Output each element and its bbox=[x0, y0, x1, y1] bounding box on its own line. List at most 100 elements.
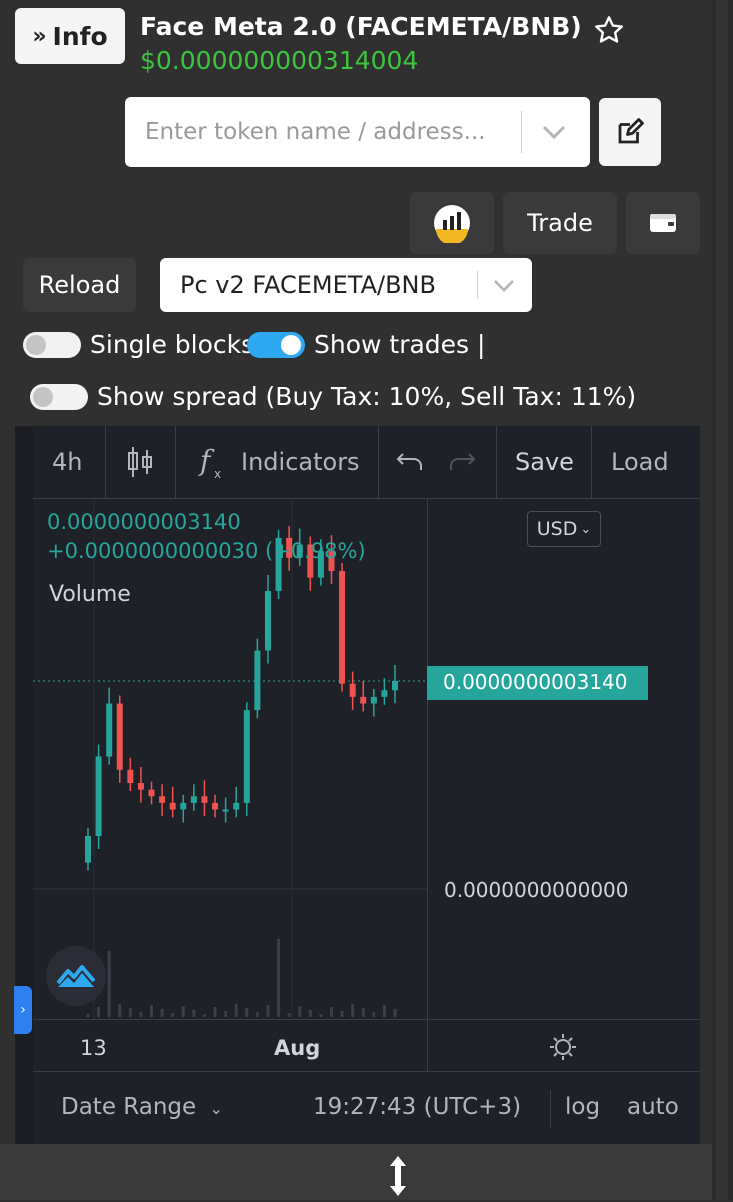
candle-body bbox=[95, 756, 102, 837]
candle-body bbox=[190, 796, 197, 803]
currency-label: USD bbox=[536, 518, 578, 540]
expand-panel-tab[interactable]: › bbox=[14, 986, 32, 1034]
volume-label: Volume bbox=[49, 582, 131, 607]
volume-bar bbox=[329, 1007, 333, 1017]
volume-bar bbox=[308, 1010, 312, 1017]
log-button[interactable]: log bbox=[565, 1094, 600, 1120]
chevron-down-icon[interactable] bbox=[537, 117, 571, 151]
token-search-input[interactable] bbox=[143, 111, 527, 153]
vertical-resize-icon bbox=[386, 1154, 410, 1202]
candle-body bbox=[85, 836, 91, 863]
search-separator bbox=[521, 111, 522, 153]
volume-bar bbox=[118, 1004, 122, 1017]
trade-button[interactable]: Trade bbox=[503, 192, 617, 254]
candle-body bbox=[212, 802, 219, 810]
undo-icon[interactable] bbox=[395, 448, 425, 480]
show-spread-toggle[interactable] bbox=[30, 384, 88, 410]
volume-bar bbox=[255, 1012, 259, 1017]
volume-bar bbox=[107, 951, 111, 1017]
candle-body bbox=[392, 681, 398, 691]
date-range-label: Date Range bbox=[61, 1094, 197, 1120]
resize-bar[interactable] bbox=[0, 1144, 712, 1200]
redo-icon[interactable] bbox=[447, 448, 477, 480]
volume-bar bbox=[160, 1009, 164, 1017]
candle-body bbox=[180, 802, 187, 810]
volume-bar bbox=[372, 1012, 376, 1017]
plot-pane[interactable] bbox=[33, 499, 427, 1019]
volume-bar bbox=[224, 1011, 228, 1017]
volume-bar bbox=[213, 1007, 217, 1017]
volume-bar bbox=[351, 1004, 355, 1017]
volume-bar bbox=[393, 1009, 397, 1017]
currency-button[interactable]: USD ⌄ bbox=[527, 511, 601, 547]
candle-body bbox=[233, 802, 240, 810]
chart-logo-icon bbox=[434, 205, 470, 243]
single-blocks-label: Single blocks bbox=[90, 330, 255, 359]
chart-left-gutter bbox=[15, 426, 33, 1144]
volume-bar bbox=[139, 1012, 143, 1017]
clock-label: 19:27:43 (UTC+3) bbox=[313, 1094, 522, 1120]
chart-logo-button[interactable] bbox=[410, 192, 494, 254]
chevron-down-icon[interactable] bbox=[490, 273, 518, 301]
volume-bar bbox=[234, 1004, 238, 1017]
interval-button[interactable]: 4h bbox=[52, 448, 82, 476]
reload-button[interactable]: Reload bbox=[23, 258, 136, 312]
volume-bar bbox=[192, 1010, 196, 1017]
x-tick-13: 13 bbox=[80, 1036, 107, 1060]
load-button[interactable]: Load bbox=[611, 448, 669, 476]
candle-body bbox=[370, 696, 377, 704]
volume-bar bbox=[298, 1006, 302, 1017]
candles-icon[interactable] bbox=[125, 444, 155, 484]
candle-body bbox=[264, 590, 271, 651]
volume-bar bbox=[86, 1014, 90, 1017]
time-axis-divider bbox=[33, 1019, 700, 1020]
token-title: Face Meta 2.0 (FACEMETA/BNB) bbox=[140, 12, 582, 41]
show-trades-toggle[interactable] bbox=[247, 332, 305, 358]
show-spread-label: Show spread (Buy Tax: 10%, Sell Tax: 11%… bbox=[97, 382, 637, 411]
logo-icon bbox=[56, 965, 96, 987]
svg-text:x: x bbox=[214, 467, 221, 480]
price-scale-divider bbox=[427, 499, 428, 1071]
price-plot bbox=[33, 499, 427, 1019]
candle-body bbox=[148, 789, 155, 797]
candle-body bbox=[339, 571, 346, 684]
function-icon[interactable]: fx bbox=[198, 444, 230, 484]
wallet-icon bbox=[650, 214, 676, 232]
volume-bar bbox=[382, 1005, 386, 1017]
volume-bar bbox=[202, 1014, 206, 1017]
wallet-button[interactable] bbox=[626, 192, 700, 254]
edit-button[interactable] bbox=[599, 98, 661, 166]
candle-body bbox=[381, 690, 388, 697]
volume-bar bbox=[319, 1014, 323, 1017]
show-trades-label: Show trades | bbox=[314, 330, 486, 359]
single-blocks-toggle[interactable] bbox=[23, 332, 81, 358]
auto-button[interactable]: auto bbox=[627, 1094, 679, 1120]
save-button[interactable]: Save bbox=[515, 448, 574, 476]
volume-bar bbox=[181, 1006, 185, 1017]
volume-bar bbox=[245, 1008, 249, 1017]
settings-gear-icon[interactable] bbox=[548, 1032, 578, 1066]
toggle-knob bbox=[281, 335, 301, 355]
volume-bar bbox=[171, 1013, 175, 1017]
info-button[interactable]: » Info bbox=[15, 8, 125, 64]
svg-text:f: f bbox=[198, 444, 215, 477]
x-tick-aug: Aug bbox=[274, 1036, 321, 1060]
pair-select[interactable]: Pc v2 FACEMETA/BNB bbox=[160, 258, 532, 312]
volume-bar bbox=[340, 1011, 344, 1017]
toggle-knob bbox=[33, 387, 53, 407]
edit-icon bbox=[618, 118, 644, 144]
page-scrollbar-thumb[interactable] bbox=[716, 0, 728, 1200]
info-button-label: Info bbox=[52, 21, 108, 51]
volume-bar bbox=[266, 1005, 270, 1017]
zero-price-label: 0.0000000000000 bbox=[444, 878, 629, 902]
volume-bar bbox=[277, 939, 281, 1017]
date-range-button[interactable]: Date Range ⌄ bbox=[61, 1094, 223, 1120]
candle-body bbox=[222, 809, 229, 812]
star-icon[interactable] bbox=[593, 14, 625, 50]
bottom-separator bbox=[550, 1090, 551, 1128]
pair-select-separator bbox=[477, 271, 478, 299]
indicators-button[interactable]: Indicators bbox=[241, 448, 360, 476]
token-price: $0.000000000314004 bbox=[140, 46, 419, 75]
tradingview-logo[interactable] bbox=[46, 946, 106, 1006]
candle-body bbox=[243, 710, 250, 803]
